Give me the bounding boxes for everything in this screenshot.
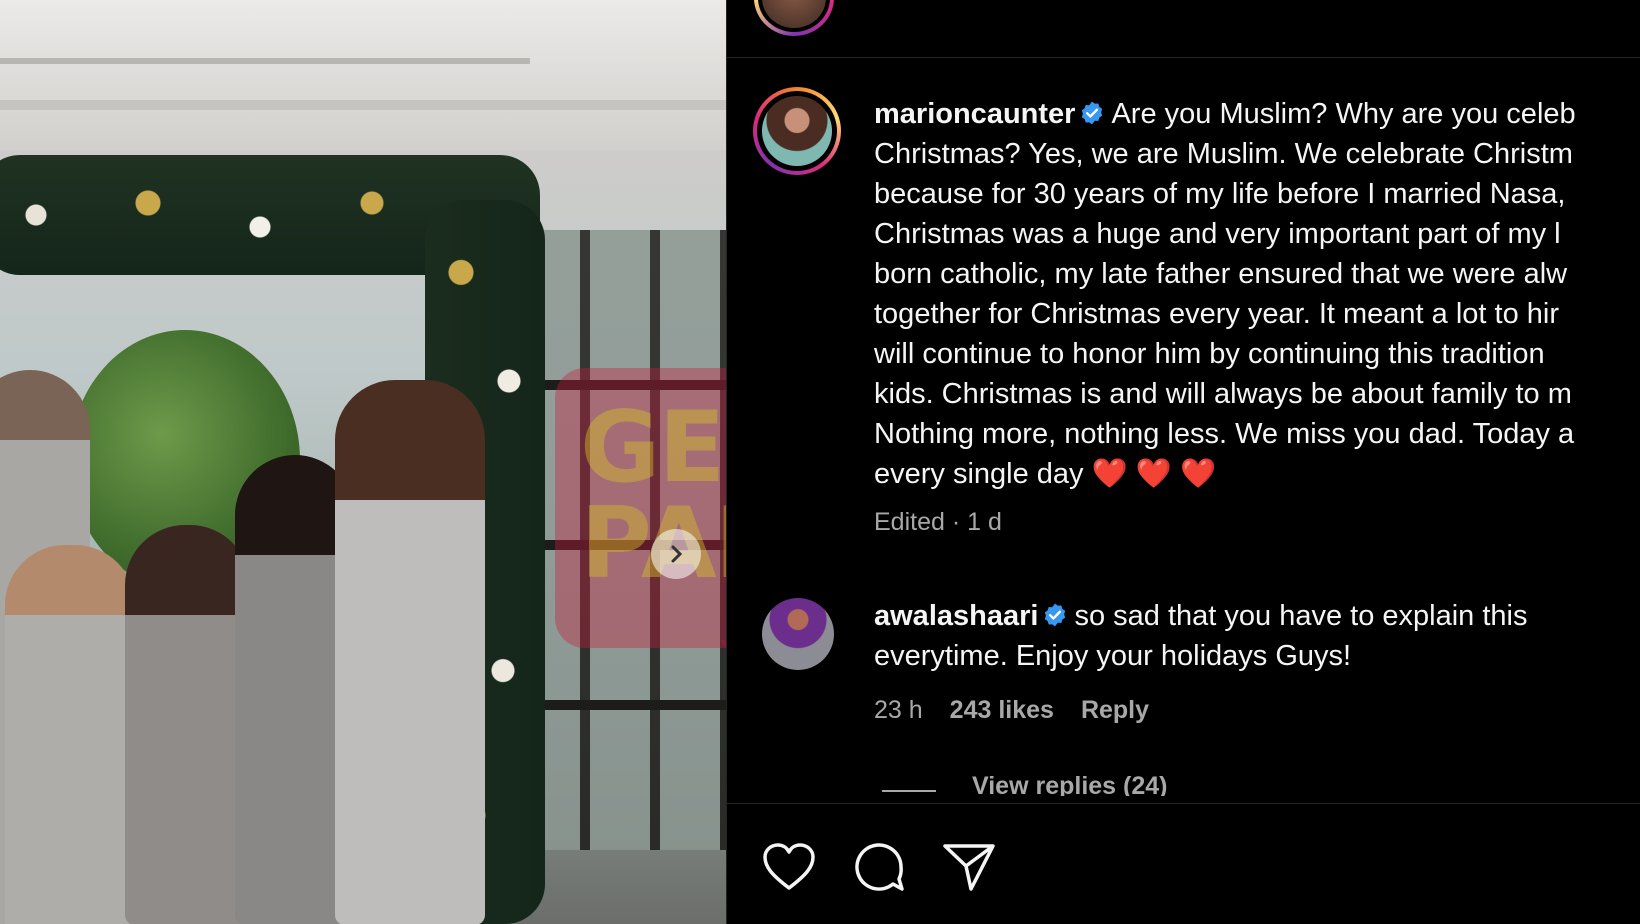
ceiling	[0, 0, 726, 150]
caption-avatar[interactable]	[753, 87, 841, 175]
share-icon	[943, 844, 995, 891]
ceiling-beam	[0, 100, 726, 110]
person-boy	[5, 545, 135, 924]
caption-line: together for Christmas every year. It me…	[874, 298, 1560, 330]
share-button[interactable]	[940, 838, 998, 896]
caption-line: Nothing more, nothing less. We miss you …	[874, 418, 1575, 450]
comment-username[interactable]: awalashaari	[874, 600, 1038, 632]
person-mother	[335, 380, 485, 924]
caption-username[interactable]: marioncaunter	[874, 98, 1075, 130]
comment-meta: 23 h 243 likes Reply	[874, 696, 1149, 725]
actions-divider	[726, 803, 1640, 804]
caption-line: kids. Christmas is and will always be ab…	[874, 378, 1572, 410]
person-girl-younger	[125, 525, 250, 924]
comment-button[interactable]	[850, 838, 908, 896]
view-replies-label: View replies (24)	[972, 772, 1168, 796]
view-replies-dash	[882, 790, 936, 792]
comment-text-line2: everytime. Enjoy your holidays Guys!	[874, 640, 1352, 672]
caption-line: will continue to honor him by continuing…	[874, 338, 1545, 370]
chevron-right-icon	[671, 545, 683, 563]
comment-avatar[interactable]	[762, 598, 834, 670]
next-image-button[interactable]	[651, 529, 701, 579]
caption-line: born catholic, my late father ensured th…	[874, 258, 1568, 290]
caption-line: marioncaunter Are you Muslim? Why are you…	[874, 94, 1640, 134]
ceiling-light	[0, 58, 530, 64]
reply-button[interactable]: Reply	[1081, 696, 1149, 725]
post-actions	[760, 838, 998, 896]
like-button[interactable]	[760, 838, 818, 896]
caption-line: because for 30 years of my life before I…	[874, 178, 1566, 210]
verified-badge-icon	[1082, 101, 1103, 125]
caption-text: Are you Muslim? Why are you celeb	[1111, 98, 1576, 130]
comment-text-line1: so sad that you have to explain this	[1074, 600, 1528, 632]
verified-badge-icon	[1045, 603, 1066, 627]
header-divider	[726, 57, 1640, 58]
comment-body: awalashaari so sad that you have to expla…	[874, 596, 1634, 676]
comment-icon	[855, 843, 904, 891]
caption-timestamp: Edited · 1 d	[874, 508, 1002, 536]
caption-line: Christmas? Yes, we are Muslim. We celebr…	[874, 138, 1573, 170]
caption-line: every single day ❤️ ❤️ ❤️	[874, 458, 1217, 490]
heart-icon	[763, 843, 815, 890]
caption-line: Christmas was a huge and very important …	[874, 218, 1561, 250]
comment-time: 23 h	[874, 696, 923, 724]
comment-likes[interactable]: 243 likes	[950, 696, 1054, 725]
post-caption: marioncaunter Are you Muslim? Why are you…	[874, 94, 1640, 494]
view-replies-button[interactable]: View replies (24)	[882, 772, 1167, 796]
